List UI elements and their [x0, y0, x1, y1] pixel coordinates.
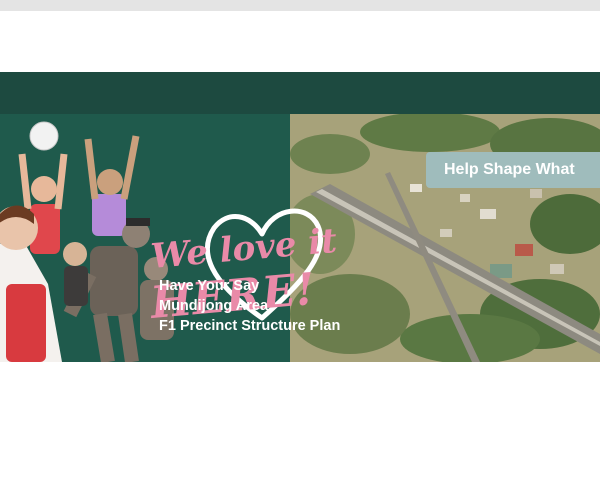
banner-top-stripe — [0, 72, 600, 114]
help-shape-button[interactable]: Help Shape What — [426, 152, 600, 188]
help-shape-label: Help Shape What — [444, 161, 575, 178]
subtitle-line-have-your-say: Have Your Say — [159, 278, 260, 294]
browser-top-bar — [0, 0, 600, 11]
plan-description: Have Your Say Mundijong Area F1 Precinct… — [159, 276, 340, 336]
subtitle-line-area: Mundijong Area — [159, 298, 269, 314]
subtitle-line-plan: F1 Precinct Structure Plan — [159, 318, 341, 334]
hero-banner[interactable]: We love it HERE! Have Your Say Mundijong… — [0, 72, 600, 362]
netball-icon — [29, 121, 59, 151]
